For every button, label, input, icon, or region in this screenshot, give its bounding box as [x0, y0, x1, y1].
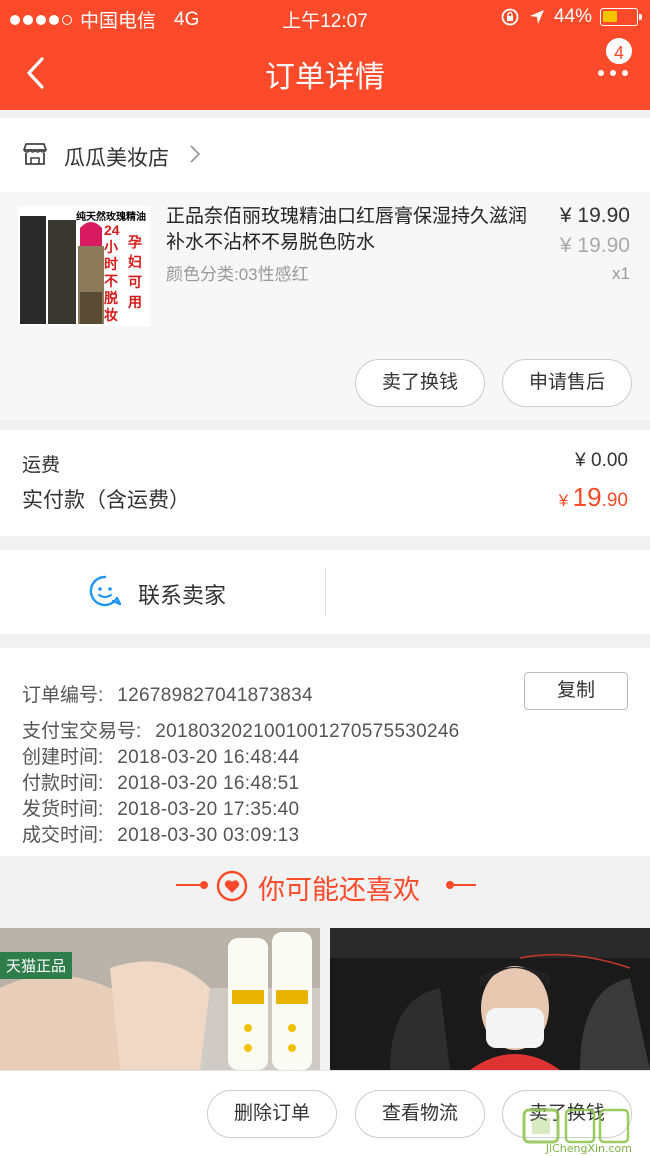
battery-percent: 44% — [553, 6, 592, 27]
product-spec: 颜色分类:03性感红 — [166, 265, 309, 284]
shop-row[interactable]: 瓜瓜美妆店 — [0, 118, 650, 192]
total-integer: 19 — [572, 482, 602, 512]
alipay-row: 支付宝交易号: 2018032021001001270575530246 — [22, 716, 460, 743]
shipped-value: 2018-03-20 17:35:40 — [117, 799, 300, 820]
total-decimal: .90 — [601, 490, 628, 511]
order-info: 订单编号: 126789827041873834 复制 支付宝交易号: 201803… — [0, 648, 650, 856]
created-row: 创建时间: 2018-03-20 16:48:44 — [22, 742, 299, 769]
total-label: 实付款（含运费） — [22, 489, 190, 512]
recommend-item-1[interactable]: 天猫正品 — [0, 928, 320, 1070]
shipped-label: 发货时间: — [22, 799, 104, 820]
chat-face-icon[interactable] — [88, 574, 122, 608]
closed-row: 成交时间: 2018-03-30 03:09:13 — [22, 820, 299, 847]
shop-name[interactable]: 瓜瓜美妆店 — [64, 142, 169, 172]
page-title: 订单详情 — [265, 61, 385, 94]
created-value: 2018-03-20 16:48:44 — [117, 747, 300, 768]
delete-order-button[interactable]: 删除订单 — [207, 1090, 337, 1138]
product-quantity: x1 — [612, 264, 630, 283]
tmall-tag: 天猫正品 — [0, 952, 73, 979]
shop-icon — [23, 143, 47, 165]
thumbnail-caption-3: 孕妇可用 — [128, 234, 142, 310]
after-sale-button[interactable]: 申请售后 — [502, 359, 632, 407]
product-thumbnail[interactable]: 纯天然玫瑰精油 24小时不脱妆 孕妇可用 — [18, 206, 150, 326]
closed-value: 2018-03-30 03:09:13 — [117, 825, 300, 846]
paid-value: 2018-03-20 16:48:51 — [117, 773, 300, 794]
contact-seller-button[interactable]: 联系卖家 — [138, 578, 226, 610]
nav-bar: 订单详情 4 — [0, 36, 650, 110]
watermark-text: JiChengXin.com — [545, 1142, 632, 1155]
battery-icon — [600, 8, 642, 26]
shipping-value: ¥ 0.00 — [575, 450, 628, 471]
order-number-label: 订单编号: — [22, 685, 104, 706]
fee-summary: 运费 ¥ 0.00 实付款（含运费） ¥ 19.90 — [0, 430, 650, 536]
status-bar: 中国电信 4G 上午12:07 44% — [0, 0, 650, 36]
closed-label: 成交时间: — [22, 825, 104, 846]
paid-row: 付款时间: 2018-03-20 16:48:51 — [22, 768, 299, 795]
paid-label: 付款时间: — [22, 773, 104, 794]
shipped-row: 发货时间: 2018-03-20 17:35:40 — [22, 794, 299, 821]
product-item[interactable]: 纯天然玫瑰精油 24小时不脱妆 孕妇可用 正品奈佰丽玫瑰精油口红唇膏保湿持久滋润… — [0, 192, 650, 420]
alipay-label: 支付宝交易号: — [22, 721, 142, 742]
created-label: 创建时间: — [22, 747, 104, 768]
recommend-header: 你可能还喜欢 — [0, 856, 650, 928]
recommend-title: 你可能还喜欢 — [258, 875, 420, 905]
view-logistics-button[interactable]: 查看物流 — [355, 1090, 485, 1138]
copy-button[interactable]: 复制 — [524, 672, 628, 710]
recommend-image-2 — [330, 928, 650, 1070]
message-badge[interactable]: 4 — [604, 36, 634, 66]
order-number-value: 126789827041873834 — [117, 685, 313, 706]
decor-line-right — [448, 884, 476, 886]
contact-section: 联系卖家 — [0, 550, 650, 634]
total-yen: ¥ — [558, 491, 569, 510]
more-icon[interactable] — [598, 70, 628, 76]
alipay-value: 2018032021001001270575530246 — [155, 721, 460, 742]
total-value: ¥ 19.90 — [559, 482, 628, 513]
heart-icon — [216, 870, 248, 902]
location-arrow-icon — [529, 10, 544, 24]
chevron-right-icon — [190, 145, 201, 163]
product-title[interactable]: 正品奈佰丽玫瑰精油口红唇膏保湿持久滋润补水不沾杯不易脱色防水 — [166, 204, 536, 256]
status-right: 44% — [500, 6, 642, 28]
product-price: ¥ 19.90 — [559, 204, 630, 227]
shipping-label: 运费 — [22, 455, 61, 476]
recommend-item-2[interactable] — [330, 928, 650, 1070]
recommend-image-1 — [0, 928, 320, 1070]
rotation-lock-icon — [501, 8, 519, 26]
decor-dot-left — [200, 881, 208, 889]
divider — [325, 568, 326, 616]
thumbnail-caption-2: 24小时不脱妆 — [104, 222, 120, 323]
thumbnail-caption: 纯天然玫瑰精油 — [76, 212, 146, 223]
order-number-row: 订单编号: 126789827041873834 — [22, 680, 313, 707]
product-original-price: ¥ 19.90 — [559, 234, 630, 257]
sell-button[interactable]: 卖了换钱 — [355, 359, 485, 407]
